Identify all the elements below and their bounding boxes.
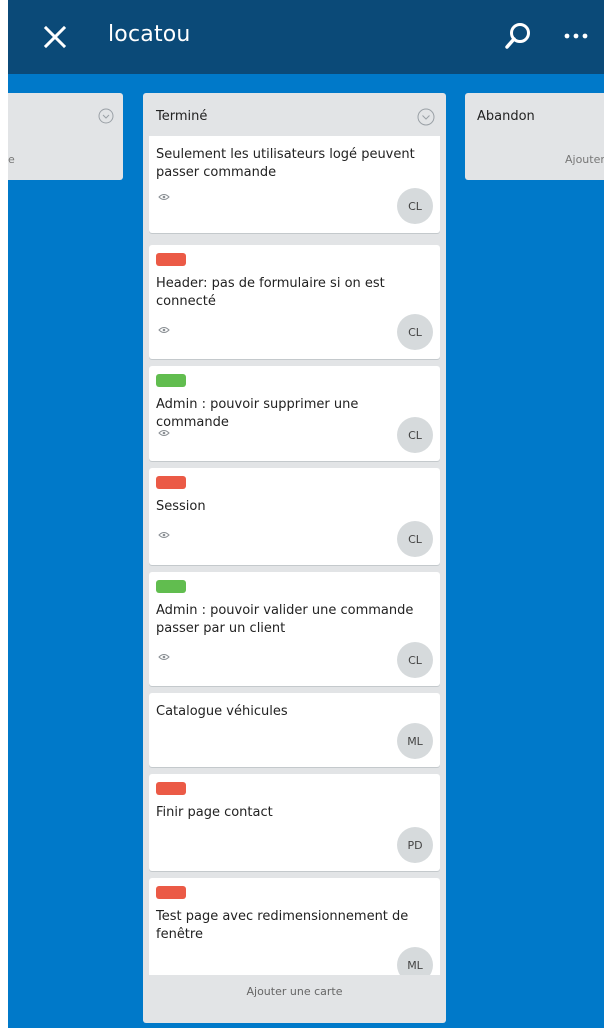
card-title: Admin : pouvoir valider une commande pas… xyxy=(156,603,414,636)
card-title: Catalogue véhicules xyxy=(156,704,288,719)
card[interactable]: Admin : pouvoir valider une commande pas… xyxy=(149,572,440,686)
member-avatar[interactable]: CL xyxy=(397,188,433,224)
card-title: Test page avec redimensionnement de fenê… xyxy=(156,909,409,942)
list-abandon: Abandon Ajouter xyxy=(465,93,604,180)
list-title[interactable]: Abandon xyxy=(477,109,535,124)
add-card-link[interactable]: e xyxy=(8,153,15,166)
card-title: Admin : pouvoir supprimer une commande xyxy=(156,397,359,430)
list-menu-chevron-icon[interactable] xyxy=(417,108,435,130)
card-title: Header: pas de formulaire si on est conn… xyxy=(156,276,385,309)
list-title[interactable]: Terminé xyxy=(156,109,207,124)
member-avatar[interactable]: CL xyxy=(397,417,433,453)
member-avatar[interactable]: CL xyxy=(397,642,433,678)
member-avatar[interactable]: ML xyxy=(397,723,433,759)
card[interactable]: Admin : pouvoir supprimer une commande C… xyxy=(149,366,440,461)
list-left-partial: e xyxy=(8,93,123,180)
board: locatou e Terminé Seulement les utilisat… xyxy=(8,0,604,1028)
card[interactable]: Session CL xyxy=(149,468,440,565)
card-list: Seulement les utilisateurs logé peuvent … xyxy=(149,136,440,975)
card-label xyxy=(156,253,186,266)
search-icon xyxy=(505,23,530,49)
card-title: Session xyxy=(156,499,206,514)
add-card-link[interactable]: Ajouter xyxy=(565,153,604,166)
card-title: Finir page contact xyxy=(156,805,273,820)
card-label xyxy=(156,580,186,593)
eye-icon xyxy=(158,422,170,441)
close-button[interactable] xyxy=(36,18,74,56)
board-title: locatou xyxy=(108,22,191,47)
list-termine: Terminé Seulement les utilisateurs logé … xyxy=(143,93,446,1023)
list-menu-chevron-icon[interactable] xyxy=(98,108,114,128)
eye-icon xyxy=(158,646,170,665)
card[interactable]: Catalogue véhicules ML xyxy=(149,693,440,767)
eye-icon xyxy=(158,186,170,205)
card[interactable]: Test page avec redimensionnement de fenê… xyxy=(149,878,440,975)
search-button[interactable] xyxy=(498,16,538,56)
card-label xyxy=(156,374,186,387)
card-label xyxy=(156,782,186,795)
card[interactable]: Header: pas de formulaire si on est conn… xyxy=(149,245,440,359)
member-avatar[interactable]: PD xyxy=(397,827,433,863)
add-card-button[interactable]: Ajouter une carte xyxy=(143,985,446,998)
card-label xyxy=(156,886,186,899)
member-avatar[interactable]: CL xyxy=(397,314,433,350)
more-options-button[interactable] xyxy=(556,16,596,56)
eye-icon xyxy=(158,524,170,543)
member-avatar[interactable]: ML xyxy=(397,947,433,975)
close-icon xyxy=(43,25,67,49)
card[interactable]: Seulement les utilisateurs logé peuvent … xyxy=(149,136,440,233)
more-icon xyxy=(564,33,588,39)
card-title: Seulement les utilisateurs logé peuvent … xyxy=(156,147,415,180)
member-avatar[interactable]: CL xyxy=(397,521,433,557)
card-label xyxy=(156,476,186,489)
card[interactable]: Finir page contact PD xyxy=(149,774,440,871)
eye-icon xyxy=(158,319,170,338)
top-bar: locatou xyxy=(8,0,604,74)
